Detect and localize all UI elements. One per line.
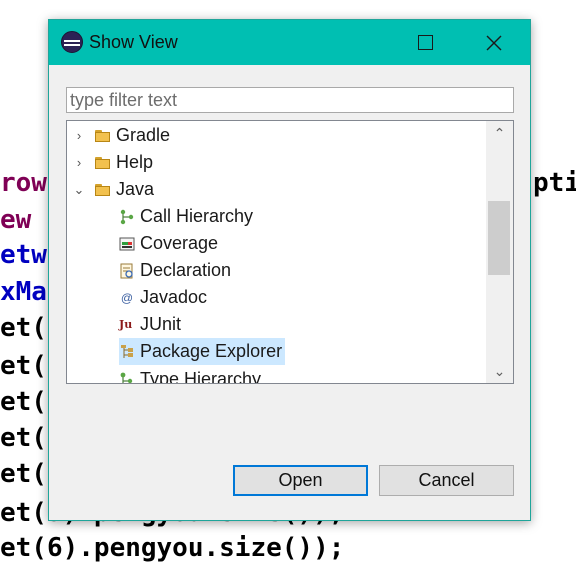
tree-item-label: Gradle (116, 125, 171, 145)
tree-item-label: Package Explorer (140, 341, 283, 361)
dialog-titlebar[interactable]: Show View (49, 20, 530, 65)
expand-arrow-icon[interactable]: › (73, 149, 85, 176)
package-explorer-icon (121, 344, 133, 358)
maximize-icon (417, 35, 433, 50)
tree-item-type-hierarchy[interactable]: Type Hierarchy (119, 366, 262, 384)
tree-item-label: Java (116, 179, 155, 199)
expand-arrow-icon[interactable]: › (73, 122, 85, 149)
tree-item-declaration[interactable]: Declaration (119, 257, 231, 284)
tree-item-junit[interactable]: Ju JUnit (119, 311, 181, 338)
type-hierarchy-icon (120, 372, 133, 383)
collapse-arrow-icon[interactable]: ⌄ (73, 176, 85, 203)
tree-item-help[interactable]: › Help (67, 149, 487, 176)
tree-item-label: JUnit (140, 314, 182, 334)
eclipse-icon (61, 31, 83, 53)
close-icon (486, 35, 502, 50)
javadoc-icon: @ (120, 290, 134, 305)
code-fragment: pti (533, 168, 576, 198)
close-button[interactable] (471, 20, 517, 65)
scroll-down-icon[interactable]: ⌄ (486, 361, 513, 383)
view-tree[interactable]: › Gradle › Help ⌄ Java Call Hierarchy Co… (66, 120, 514, 384)
tree-item-coverage[interactable]: Coverage (119, 230, 218, 257)
cancel-button[interactable]: Cancel (379, 465, 514, 496)
declaration-icon (120, 263, 133, 278)
tree-item-java[interactable]: ⌄ Java (67, 176, 487, 203)
folder-icon (95, 182, 111, 198)
open-button[interactable]: Open (233, 465, 368, 496)
filter-input[interactable] (66, 87, 514, 113)
coverage-icon (119, 237, 135, 250)
folder-icon (95, 155, 111, 171)
call-hierarchy-icon (120, 209, 134, 224)
dialog-title: Show View (89, 32, 178, 52)
tree-item-call-hierarchy[interactable]: Call Hierarchy (119, 203, 253, 230)
scroll-up-icon[interactable]: ⌃ (486, 123, 513, 145)
tree-item-label: Javadoc (140, 287, 208, 307)
code-line: xMa (0, 277, 47, 307)
tree-item-package-explorer[interactable]: Package Explorer (119, 338, 286, 365)
vertical-scrollbar[interactable]: ⌃ ⌄ (486, 121, 513, 383)
tree-item-gradle[interactable]: › Gradle (67, 122, 487, 149)
tree-item-javadoc[interactable]: @ Javadoc (119, 284, 207, 311)
folder-icon (95, 128, 111, 144)
tree-item-label: Call Hierarchy (140, 206, 254, 226)
scrollbar-thumb[interactable] (488, 201, 510, 275)
code-line: et(6).pengyou.size()); (0, 533, 345, 563)
tree-item-label: Coverage (140, 233, 219, 253)
tree-item-label: Help (116, 152, 154, 172)
show-view-dialog: Show View › Gradle › Help ⌄ (48, 19, 531, 521)
maximize-button[interactable] (402, 20, 448, 65)
tree-item-label: Declaration (140, 260, 232, 280)
junit-icon: Ju (119, 317, 133, 331)
tree-item-label: Type Hierarchy (140, 369, 262, 384)
